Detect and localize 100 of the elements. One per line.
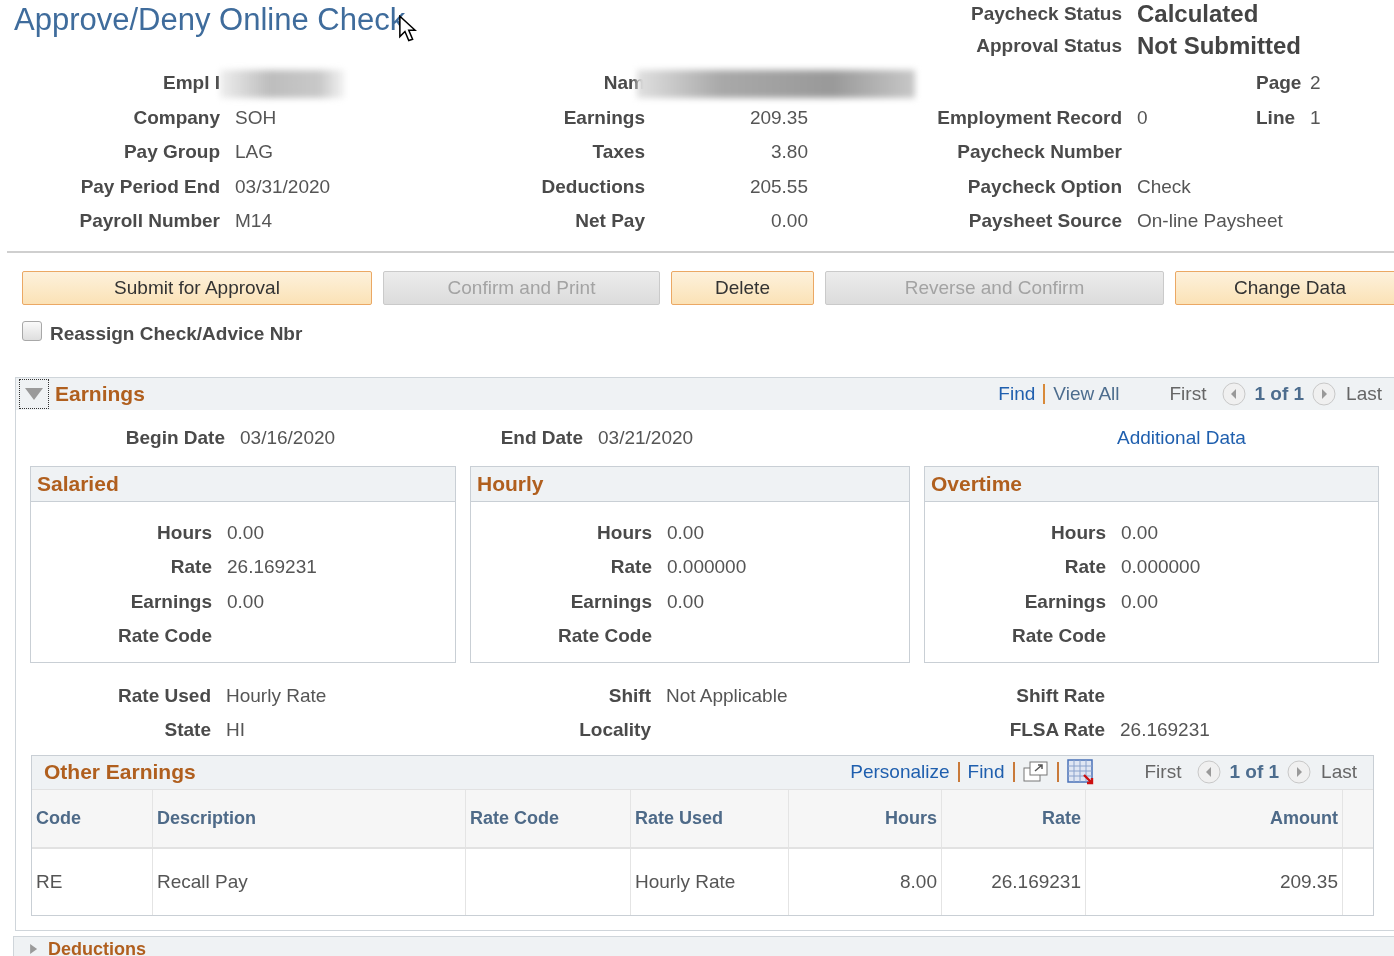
field-value: 26.169231 [1120,719,1210,741]
field-label: Rate Code [557,625,653,648]
field-label: Pay Period End [79,175,221,198]
checkbox[interactable] [22,320,42,341]
field-label: Rate Code [1011,625,1107,648]
field-value: 0 [1137,106,1148,129]
field-label: Rate [169,556,213,579]
field-value: 0.00 [667,590,704,612]
field-label: Paysheet Source [967,210,1123,233]
action-button[interactable]: Delete [671,270,814,305]
table-cell: Recall Pay [157,870,248,893]
field-label: End Date [499,426,584,449]
field-label: Rate [609,556,653,579]
table-cell: 209.35 [1279,870,1338,893]
page-position: 1 of 1 [1229,761,1280,783]
field-value: M14 [235,210,272,233]
field-value: 0.00 [771,210,808,233]
field-label: Begin Date [124,426,226,449]
field-value: Not Applicable [666,684,788,706]
page-title: Approve/Deny Online Check [14,2,406,37]
new-window-icon[interactable] [1022,761,1049,783]
field-label: Rate Used [117,684,212,707]
previous-icon[interactable] [1197,760,1222,784]
download-grid-icon[interactable] [1066,759,1095,785]
field-label: Earnings [569,590,653,613]
field-value: On-line Paysheet [1137,210,1283,233]
field-value: Check [1137,175,1191,198]
table-cell: 26.169231 [991,870,1081,893]
field-value: 0.00 [1121,521,1158,543]
field-value: HI [226,719,245,741]
next-icon[interactable] [1312,381,1337,406]
field-label: Page [1256,72,1303,95]
field-label: Approval Status [975,35,1123,57]
field-value: 0.000000 [667,556,747,578]
view-all-link[interactable]: View All [1053,382,1120,405]
field-value: 03/21/2020 [597,426,695,449]
field-value: 3.80 [771,141,808,164]
field-value: 0.00 [667,521,704,543]
field-value: SOH [235,106,277,129]
status-value: Not Submitted [1136,32,1302,60]
panel-title: Salaried [37,471,119,496]
field-value: 1 [1310,106,1321,129]
field-label: Nam [602,72,645,95]
field-label: Earnings [129,590,213,613]
field-label: Company [132,106,221,129]
field-label: Payroll Number [78,210,221,233]
field-label: Line [1256,106,1297,129]
field-value: LAG [235,141,274,164]
next-icon[interactable] [1287,760,1312,784]
field-label: Hours [1050,521,1107,544]
field-label: Rate [1063,556,1107,579]
page-position: 1 of 1 [1254,382,1305,405]
collapse-icon[interactable] [24,386,44,401]
action-button[interactable]: Submit for Approval [22,270,372,305]
field-value: 0.00 [227,521,264,543]
field-label: Paycheck Number [956,141,1123,164]
field-label: FLSA Rate [1008,719,1106,742]
previous-icon[interactable] [1222,381,1247,406]
field-label: Employment Record [936,106,1123,129]
first-label: First [1144,761,1182,783]
last-label: Last [1321,761,1357,783]
panel-title: Overtime [931,471,1023,496]
find-link[interactable]: Find [998,382,1036,405]
field-label: Taxes [591,141,646,164]
field-label: Paycheck Status [969,3,1123,25]
column-header: Rate [1042,807,1081,829]
field-value: 0.000000 [1121,556,1201,578]
status-value: Calculated [1136,0,1260,28]
field-label: State [163,719,212,742]
field-value: 205.55 [749,175,808,198]
field-label: Deductions [540,175,646,198]
grid-title: Other Earnings [44,760,196,784]
column-header: Rate Used [635,807,724,829]
field-value: 03/16/2020 [239,426,337,449]
last-label: Last [1346,382,1382,405]
field-label: Earnings [562,106,646,129]
field-value: 26.169231 [227,556,317,578]
column-header: Hours [885,807,937,829]
column-header: Amount [1270,807,1338,829]
column-header: Rate Code [470,807,559,829]
find-link[interactable]: Find [967,761,1005,783]
field-label: Rate Code [117,625,213,648]
personalize-link[interactable]: Personalize [850,761,950,783]
field-value: 0.00 [1121,590,1158,612]
field-value: 0.00 [227,590,264,612]
section-title: Earnings [55,381,145,406]
field-label: Shift Rate [1015,684,1106,707]
field-label: Hours [156,521,213,544]
column-header: Code [36,807,81,829]
additional-data-link[interactable]: Additional Data [1117,426,1246,449]
checkbox-label[interactable]: Reassign Check/Advice Nbr [50,322,303,345]
action-button[interactable]: Change Data [1175,270,1394,305]
first-label: First [1169,382,1207,405]
field-value: 03/31/2020 [235,175,331,198]
field-label: Empl I [162,72,220,95]
section-title[interactable]: Deductions [48,937,146,956]
field-label: Paycheck Option [966,175,1123,198]
field-label: Net Pay [574,210,646,233]
field-value: 209.35 [749,106,808,129]
field-label: Pay Group [122,141,221,164]
